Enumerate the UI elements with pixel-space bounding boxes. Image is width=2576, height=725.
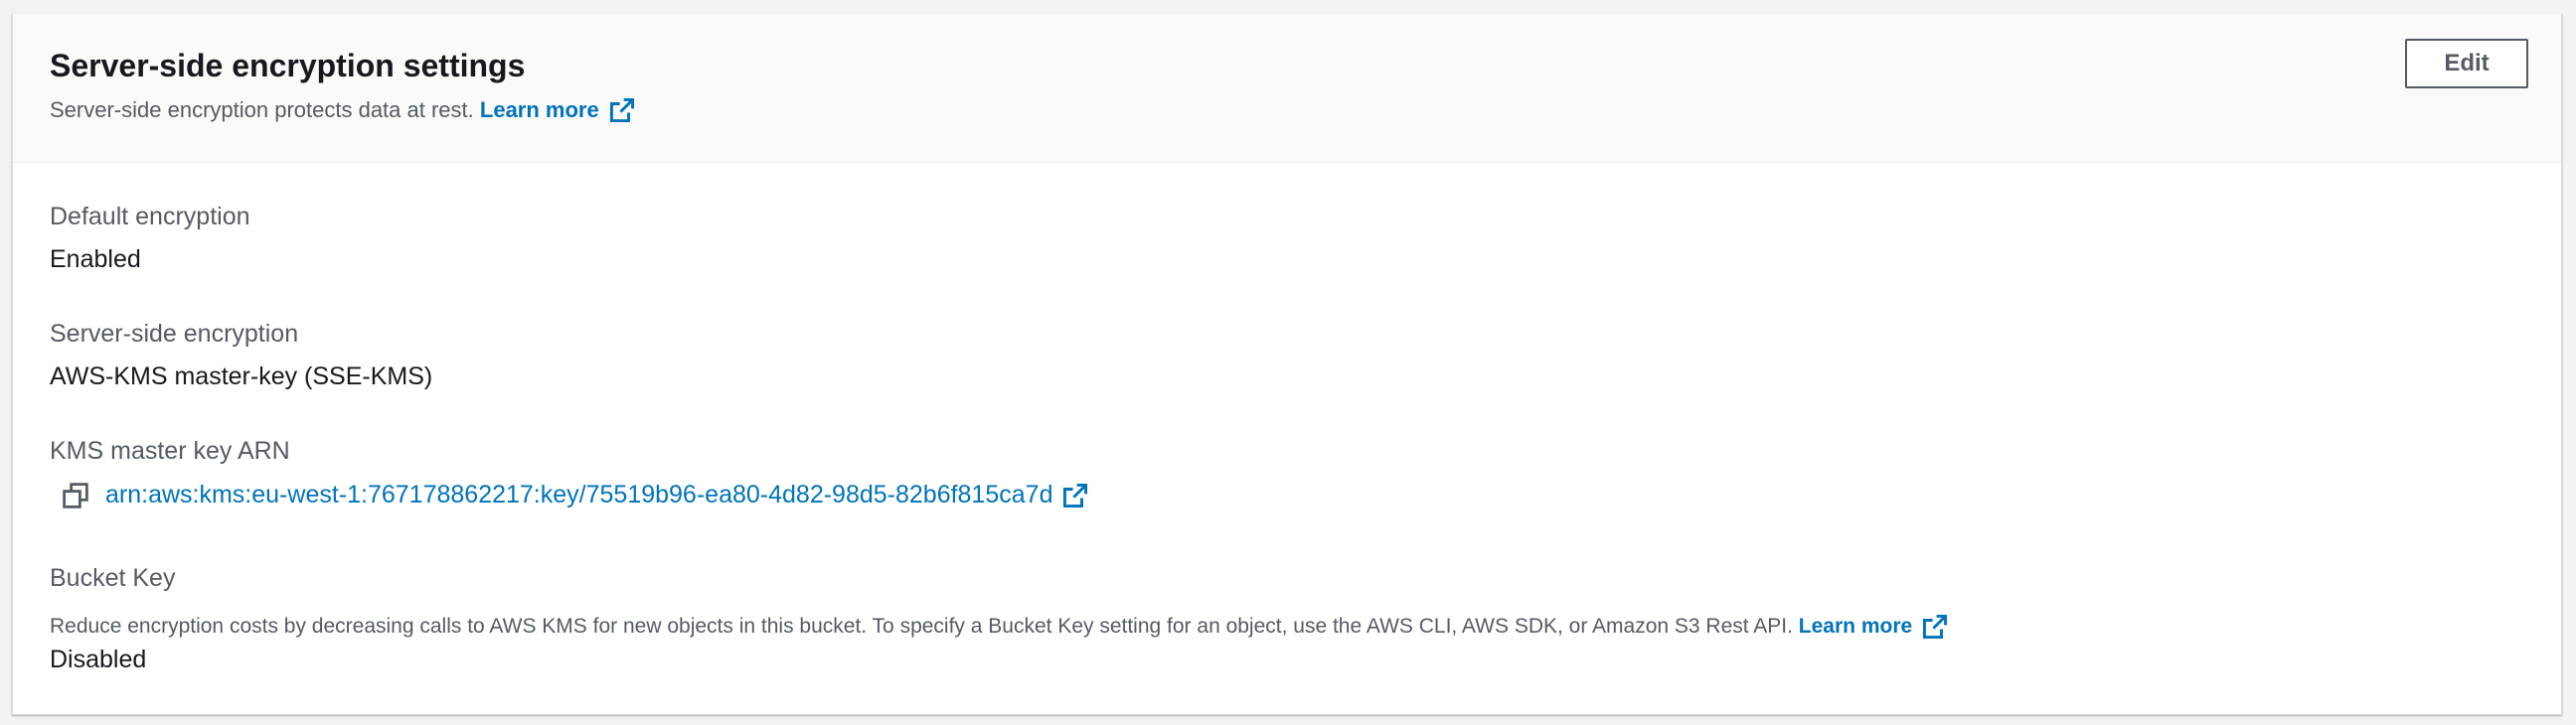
external-link-icon[interactable] [1922, 614, 1948, 640]
panel-description-text: Server-side encryption protects data at … [50, 97, 474, 122]
encryption-settings-panel: Server-side encryption settings Server-s… [12, 14, 2562, 715]
edit-button[interactable]: Edit [2405, 39, 2528, 88]
bucket-key-value: Disabled [50, 646, 147, 673]
server-side-encryption-label: Server-side encryption [50, 320, 299, 348]
panel-title: Server-side encryption settings [50, 48, 526, 83]
bucket-key-learn-more-link[interactable]: Learn more [1799, 615, 1912, 639]
server-side-encryption-value: AWS-KMS master-key (SSE-KMS) [50, 362, 433, 390]
kms-key-arn-link[interactable]: arn:aws:kms:eu-west-1:767178862217:key/7… [105, 481, 1052, 509]
external-link-icon[interactable] [609, 97, 635, 123]
panel-header: Server-side encryption settings Server-s… [13, 14, 2561, 163]
copy-icon[interactable] [62, 482, 89, 509]
default-encryption-value: Enabled [50, 245, 141, 273]
default-encryption-label: Default encryption [50, 203, 250, 230]
learn-more-link[interactable]: Learn more [480, 97, 599, 123]
kms-key-arn-label: KMS master key ARN [50, 437, 290, 465]
bucket-key-label: Bucket Key [50, 564, 176, 592]
panel-description: Server-side encryption protects data at … [50, 97, 635, 123]
kms-key-arn-row: arn:aws:kms:eu-west-1:767178862217:key/7… [62, 481, 1088, 509]
bucket-key-description: Reduce encryption costs by decreasing ca… [50, 614, 1948, 640]
external-link-icon[interactable] [1062, 483, 1088, 508]
bucket-key-description-text: Reduce encryption costs by decreasing ca… [50, 615, 1793, 638]
